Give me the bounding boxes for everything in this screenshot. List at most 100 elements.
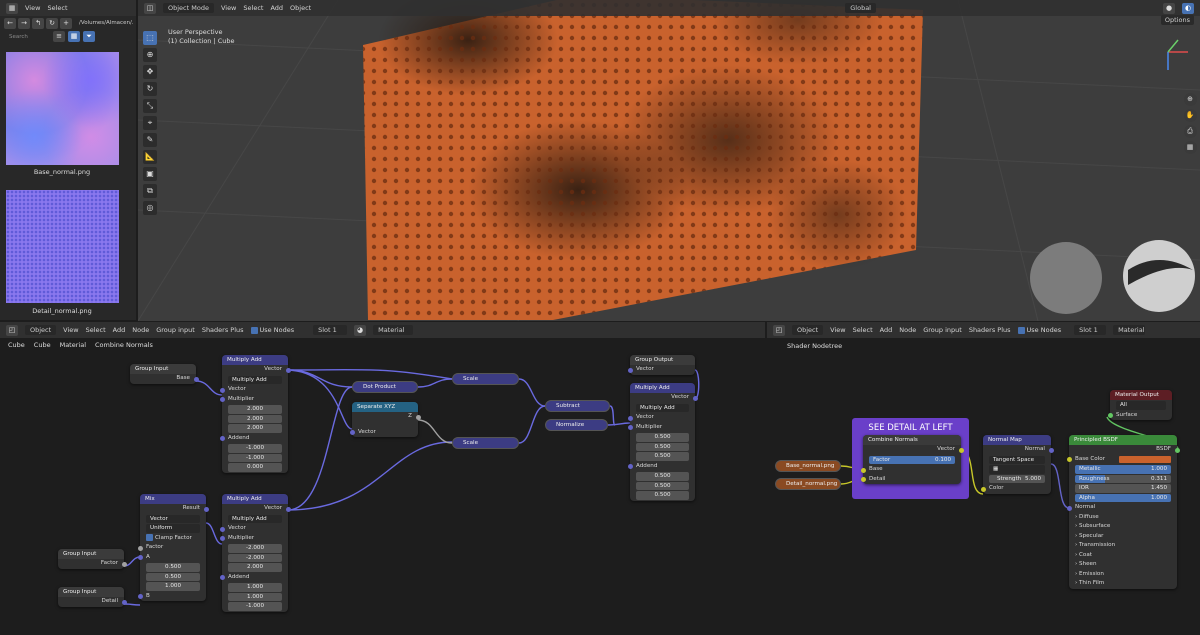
editor-type-icon-3d[interactable]: ◫	[144, 2, 156, 14]
image-thumb-base[interactable]	[6, 52, 119, 165]
value-field[interactable]: 2.000	[228, 414, 282, 423]
camera-icon[interactable]: ⎙	[1183, 125, 1197, 138]
list-view-icon[interactable]: ≡	[53, 31, 65, 42]
options-button[interactable]: Options	[1160, 15, 1194, 25]
output-socket[interactable]	[121, 599, 127, 605]
new-folder-icon[interactable]: +	[60, 17, 72, 29]
data-type-dropdown[interactable]: Vector	[146, 514, 200, 523]
menu-add-3d[interactable]: Add	[270, 4, 283, 12]
annotate-tool-icon[interactable]: ✎	[143, 133, 157, 147]
menu-select-3d[interactable]: Select	[243, 4, 263, 12]
input-socket[interactable]	[219, 436, 225, 441]
output-socket[interactable]	[193, 376, 199, 382]
factor-field[interactable]: Factor 0.100	[869, 455, 955, 464]
parent-dir-icon[interactable]: ↰	[32, 17, 44, 29]
input-socket[interactable]	[219, 397, 225, 402]
value-field[interactable]: 0.500	[636, 472, 689, 481]
extrude-tool-icon[interactable]: ⧉	[143, 184, 157, 198]
node-group-input-detail[interactable]: Group Input Detail	[58, 587, 127, 607]
input-socket[interactable]	[627, 415, 633, 421]
output-socket[interactable]	[1174, 447, 1180, 453]
node-mix[interactable]: Mix Result Vector Uniform Clamp Factor F…	[137, 494, 209, 601]
node-scale-2[interactable]: Scale	[452, 437, 519, 449]
panel-thin-film[interactable]: › Thin Film	[1069, 579, 1177, 589]
ior-field[interactable]: IOR 1.450	[1075, 484, 1171, 493]
input-socket[interactable]	[980, 486, 986, 492]
cursor-tool-icon[interactable]: ⊕	[143, 48, 157, 62]
node-editor-left[interactable]: ◰ Object View Select Add Node Group inpu…	[0, 322, 765, 635]
move-tool-icon[interactable]: ✥	[143, 65, 157, 79]
output-socket[interactable]	[203, 506, 209, 512]
input-socket[interactable]	[1066, 505, 1072, 511]
alpha-field[interactable]: Alpha 1.000	[1075, 493, 1171, 502]
target-dropdown[interactable]: All	[1116, 401, 1166, 410]
node-image-detail[interactable]: Detail_normal.png	[775, 478, 841, 490]
output-socket[interactable]	[415, 414, 421, 420]
input-socket[interactable]	[219, 387, 225, 393]
value-field[interactable]: -1.000	[228, 602, 282, 611]
value-field[interactable]: 0.500	[636, 491, 689, 500]
input-socket[interactable]	[219, 526, 225, 532]
input-socket[interactable]	[1066, 457, 1072, 462]
value-field[interactable]: 2.000	[228, 405, 282, 414]
value-field[interactable]: -2.000	[228, 553, 282, 562]
output-socket[interactable]	[285, 506, 291, 512]
node-multiply-add-1[interactable]: Multiply Add Vector Multiply Add Vector …	[219, 355, 291, 473]
input-socket[interactable]	[1107, 413, 1113, 418]
strength-field[interactable]: Strength 5.000	[989, 474, 1045, 483]
operation-dropdown[interactable]: Multiply Add	[228, 375, 282, 384]
node-group-output[interactable]: Group Output Vector	[627, 355, 695, 375]
object-mode-dropdown[interactable]: Object Mode	[163, 3, 214, 13]
value-field[interactable]: 0.500	[636, 481, 689, 490]
filter-icon[interactable]: ⏷	[83, 31, 95, 42]
node-image-base[interactable]: Base_normal.png	[775, 460, 841, 472]
node-normal-map[interactable]: Normal Map Normal Tangent Space ▦ Streng…	[980, 435, 1054, 494]
value-field[interactable]: 2.000	[228, 424, 282, 433]
shading-solid-icon[interactable]: ●	[1163, 2, 1175, 14]
node-dot-product[interactable]: Dot Product	[352, 381, 418, 393]
input-socket[interactable]	[860, 477, 866, 482]
value-field[interactable]: 0.000	[228, 463, 282, 472]
input-socket[interactable]	[137, 555, 143, 560]
value-field[interactable]: 0.500	[146, 572, 200, 581]
shading-material-icon[interactable]: ◐	[1182, 2, 1194, 14]
clamp-factor-checkbox[interactable]: Clamp Factor	[140, 533, 206, 544]
node-multiply-add-2[interactable]: Multiply Add Vector Multiply Add Vector …	[219, 494, 291, 612]
panel-emission[interactable]: › Emission	[1069, 570, 1177, 580]
output-socket[interactable]	[692, 395, 698, 401]
menu-select[interactable]: Select	[47, 4, 67, 12]
metallic-field[interactable]: Metallic 1.000	[1075, 465, 1171, 474]
node-normalize[interactable]: Normalize	[545, 419, 608, 431]
transform-orientation-dropdown[interactable]: Global	[845, 3, 876, 13]
output-socket[interactable]	[958, 447, 964, 453]
input-socket[interactable]	[219, 575, 225, 580]
zoom-icon[interactable]: ⊕	[1183, 93, 1197, 106]
node-scale-1[interactable]: Scale	[452, 373, 519, 385]
rotate-tool-icon[interactable]: ↻	[143, 82, 157, 96]
roughness-field[interactable]: Roughness 0.311	[1075, 474, 1171, 483]
panel-diffuse[interactable]: › Diffuse	[1069, 513, 1177, 523]
input-socket[interactable]	[219, 536, 225, 541]
node-group-input-base[interactable]: Group Input Base	[130, 364, 199, 384]
add-cube-tool-icon[interactable]: ▣	[143, 167, 157, 181]
value-field[interactable]: -2.000	[228, 544, 282, 553]
node-subtract[interactable]: Subtract	[545, 400, 610, 412]
thumbnail-view-icon[interactable]: ▦	[68, 31, 80, 42]
factor-mode-dropdown[interactable]: Uniform	[146, 524, 200, 533]
transform-tool-icon[interactable]: ⌖	[143, 116, 157, 130]
measure-tool-icon[interactable]: 📐	[143, 150, 157, 164]
value-field[interactable]: 1.000	[228, 583, 282, 592]
value-field[interactable]: 2.000	[228, 563, 282, 572]
panel-sheen[interactable]: › Sheen	[1069, 560, 1177, 570]
panel-subsurface[interactable]: › Subsurface	[1069, 522, 1177, 532]
input-socket[interactable]	[860, 467, 866, 473]
back-icon[interactable]: ←	[4, 17, 16, 29]
node-multiply-add-3[interactable]: Multiply Add Vector Multiply Add Vector …	[627, 383, 698, 501]
menu-object-3d[interactable]: Object	[290, 4, 311, 12]
value-field[interactable]: 0.500	[146, 563, 200, 572]
input-socket[interactable]	[627, 425, 633, 430]
ortho-icon[interactable]: ▦	[1183, 141, 1197, 154]
input-socket[interactable]	[349, 430, 355, 435]
spin-tool-icon[interactable]: ◎	[143, 201, 157, 215]
viewport-3d[interactable]: ◫ Object Mode View Select Add Object Glo…	[138, 0, 1200, 321]
